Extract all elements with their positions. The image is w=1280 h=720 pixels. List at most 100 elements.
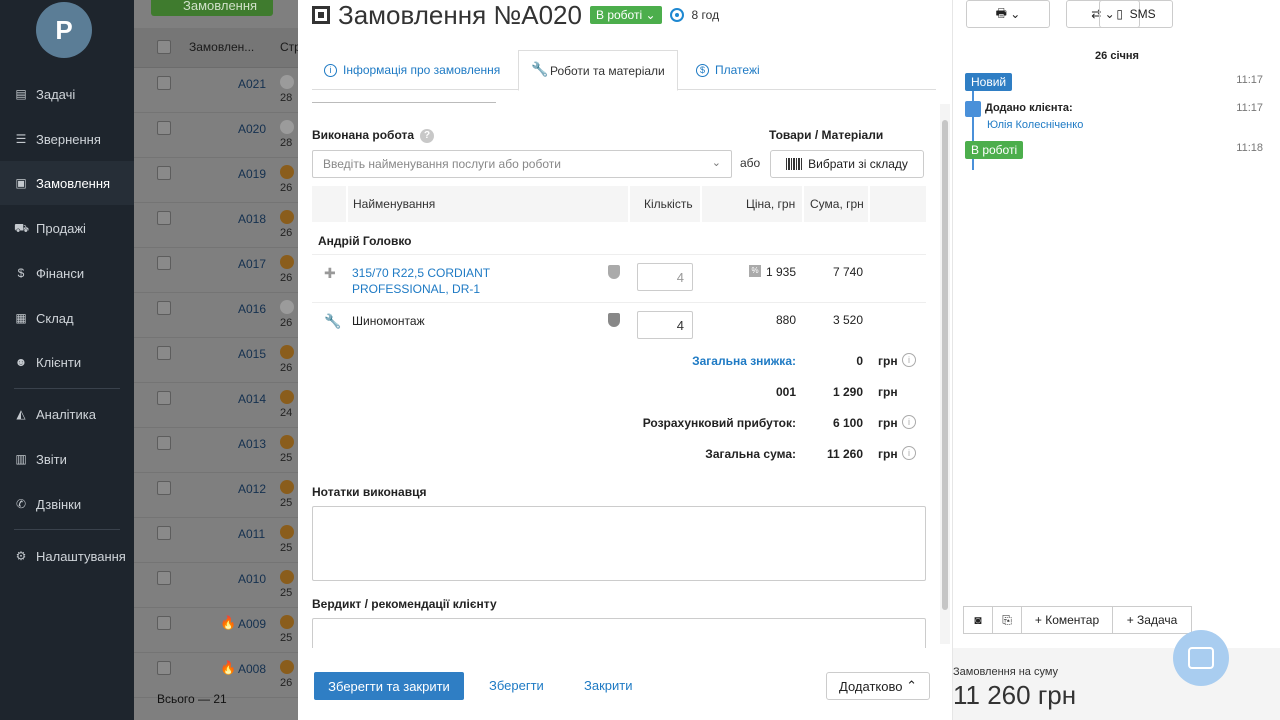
sidebar-item-warehouse[interactable]: ▦ Склад — [0, 296, 134, 340]
camera-button[interactable]: ◙ — [963, 606, 993, 634]
list-row[interactable]: A015 26 — [134, 338, 304, 383]
item-price: 1 935 — [765, 265, 796, 279]
list-row[interactable]: A021 28 — [134, 68, 304, 113]
quantity-input[interactable]: 4 — [637, 263, 693, 291]
sidebar-item-settings[interactable]: ⚙ Налаштування — [0, 534, 134, 578]
col-order-header[interactable]: Замовлен... — [189, 40, 254, 54]
tab-payments[interactable]: $ Платежі — [684, 50, 772, 90]
tab-label: Роботи та матеріали — [550, 63, 665, 78]
row-checkbox[interactable] — [157, 571, 171, 585]
work-placeholder: Введіть найменування послуги або роботи — [323, 157, 561, 171]
add-order-button[interactable]: Замовлення — [151, 0, 273, 16]
print-button[interactable]: 🖶 ⌄ — [966, 0, 1050, 28]
order-number[interactable]: A009 — [238, 617, 266, 631]
add-comment-button[interactable]: + Коментар — [1021, 606, 1113, 634]
list-row[interactable]: A018 26 — [134, 203, 304, 248]
save-and-close-button[interactable]: Зберегти та закрити — [314, 672, 464, 700]
list-row[interactable]: A020 28 — [134, 113, 304, 158]
info-icon[interactable]: i — [902, 353, 916, 367]
sidebar-item-tasks[interactable]: ▤ Задачі — [0, 72, 134, 116]
add-task-button[interactable]: + Задача — [1112, 606, 1192, 634]
item-name[interactable]: Шиномонтаж — [352, 313, 588, 329]
total-discount-label[interactable]: Загальна знижка: — [692, 354, 796, 368]
list-row[interactable]: A019 26 — [134, 158, 304, 203]
more-button[interactable]: Додатково ⌃ — [826, 672, 930, 700]
notes-textarea[interactable] — [312, 506, 926, 581]
order-number[interactable]: A011 — [238, 527, 265, 541]
quantity-input[interactable]: 4 — [637, 311, 693, 339]
row-checkbox[interactable] — [157, 166, 171, 180]
row-checkbox[interactable] — [157, 436, 171, 450]
row-checkbox[interactable] — [157, 526, 171, 540]
save-button[interactable]: Зберегти — [489, 678, 544, 693]
close-button[interactable]: Закрити — [584, 678, 632, 693]
status-dropdown[interactable]: В роботі ⌄ — [589, 6, 662, 24]
order-number[interactable]: A008 — [238, 662, 266, 676]
row-checkbox[interactable] — [157, 301, 171, 315]
chat-widget-button[interactable] — [1173, 630, 1229, 686]
list-row[interactable]: A016 26 — [134, 293, 304, 338]
work-select[interactable]: Введіть найменування послуги або роботи ⌄ — [312, 150, 732, 178]
item-name-link[interactable]: 315/70 R22,5 CORDIANT PROFESSIONAL, DR-1 — [352, 265, 588, 297]
select-all-checkbox[interactable] — [157, 40, 171, 54]
order-number[interactable]: A014 — [238, 392, 266, 406]
info-icon[interactable]: i — [902, 446, 916, 460]
profit-row: Розрахунковий прибуток: 6 100 грн i — [312, 415, 926, 436]
sidebar-item-sales[interactable]: ⛟ Продажі — [0, 206, 134, 250]
currency: грн — [878, 385, 898, 399]
order-number[interactable]: A012 — [238, 482, 266, 496]
sidebar-item-clients[interactable]: ☻ Клієнти — [0, 340, 134, 384]
client-link[interactable]: Юлія Колесніченко — [987, 119, 1083, 131]
row-checkbox[interactable] — [157, 121, 171, 135]
sms-button[interactable]: ▯ SMS — [1099, 0, 1173, 28]
info-icon[interactable]: i — [902, 415, 916, 429]
logo[interactable]: P — [36, 2, 92, 58]
order-number[interactable]: A016 — [238, 302, 266, 316]
order-number[interactable]: A010 — [238, 572, 266, 586]
scrollbar[interactable] — [940, 104, 950, 644]
list-row[interactable]: A011 25 — [134, 518, 304, 563]
sidebar-item-orders[interactable]: ▣ Замовлення — [0, 161, 134, 205]
order-number[interactable]: A017 — [238, 257, 266, 271]
list-row[interactable]: A013 25 — [134, 428, 304, 473]
verdict-textarea[interactable] — [312, 618, 926, 648]
tab-info[interactable]: i Інформація про замовлення — [312, 50, 512, 90]
row-checkbox[interactable] — [157, 616, 171, 630]
sidebar-item-finance[interactable]: $ Фінанси — [0, 251, 134, 295]
event-time: 11:17 — [1236, 74, 1263, 86]
dollar-circle-icon: $ — [696, 63, 709, 77]
profit-label: Розрахунковий прибуток: — [642, 416, 796, 430]
row-checkbox[interactable] — [157, 661, 171, 675]
qr-code-icon[interactable] — [312, 6, 330, 24]
order-number[interactable]: A020 — [238, 122, 266, 136]
row-checkbox[interactable] — [157, 76, 171, 90]
order-number[interactable]: A013 — [238, 437, 266, 451]
row-checkbox[interactable] — [157, 481, 171, 495]
list-row[interactable]: 🔥 A009 25 — [134, 608, 304, 653]
list-row[interactable]: A010 25 — [134, 563, 304, 608]
sidebar-item-calls[interactable]: ✆ Дзвінки — [0, 482, 134, 526]
sidebar-item-analytics[interactable]: ◭ Аналітика — [0, 392, 134, 436]
scrollbar-thumb[interactable] — [942, 120, 948, 610]
sidebar-item-reports[interactable]: ▥ Звіти — [0, 437, 134, 481]
choose-from-stock-button[interactable]: Вибрати зі складу — [770, 150, 924, 178]
sidebar-item-requests[interactable]: ☰ Звернення — [0, 117, 134, 161]
list-row[interactable]: A017 26 — [134, 248, 304, 293]
tab-works[interactable]: 🔧 Роботи та матеріали — [518, 50, 678, 91]
order-date: 25 — [280, 542, 293, 554]
shield-icon[interactable] — [608, 265, 620, 279]
row-checkbox[interactable] — [157, 346, 171, 360]
attach-button[interactable]: ⎘ — [992, 606, 1022, 634]
list-row[interactable]: A014 24 — [134, 383, 304, 428]
order-number[interactable]: A018 — [238, 212, 266, 226]
order-number[interactable]: A015 — [238, 347, 266, 361]
help-icon[interactable]: ? — [420, 128, 435, 143]
order-number[interactable]: A019 — [238, 167, 266, 181]
order-number[interactable]: A021 — [238, 77, 266, 91]
row-checkbox[interactable] — [157, 256, 171, 270]
row-checkbox[interactable] — [157, 211, 171, 225]
or-text: або — [740, 156, 761, 170]
shield-icon[interactable] — [608, 313, 620, 327]
row-checkbox[interactable] — [157, 391, 171, 405]
list-row[interactable]: A012 25 — [134, 473, 304, 518]
